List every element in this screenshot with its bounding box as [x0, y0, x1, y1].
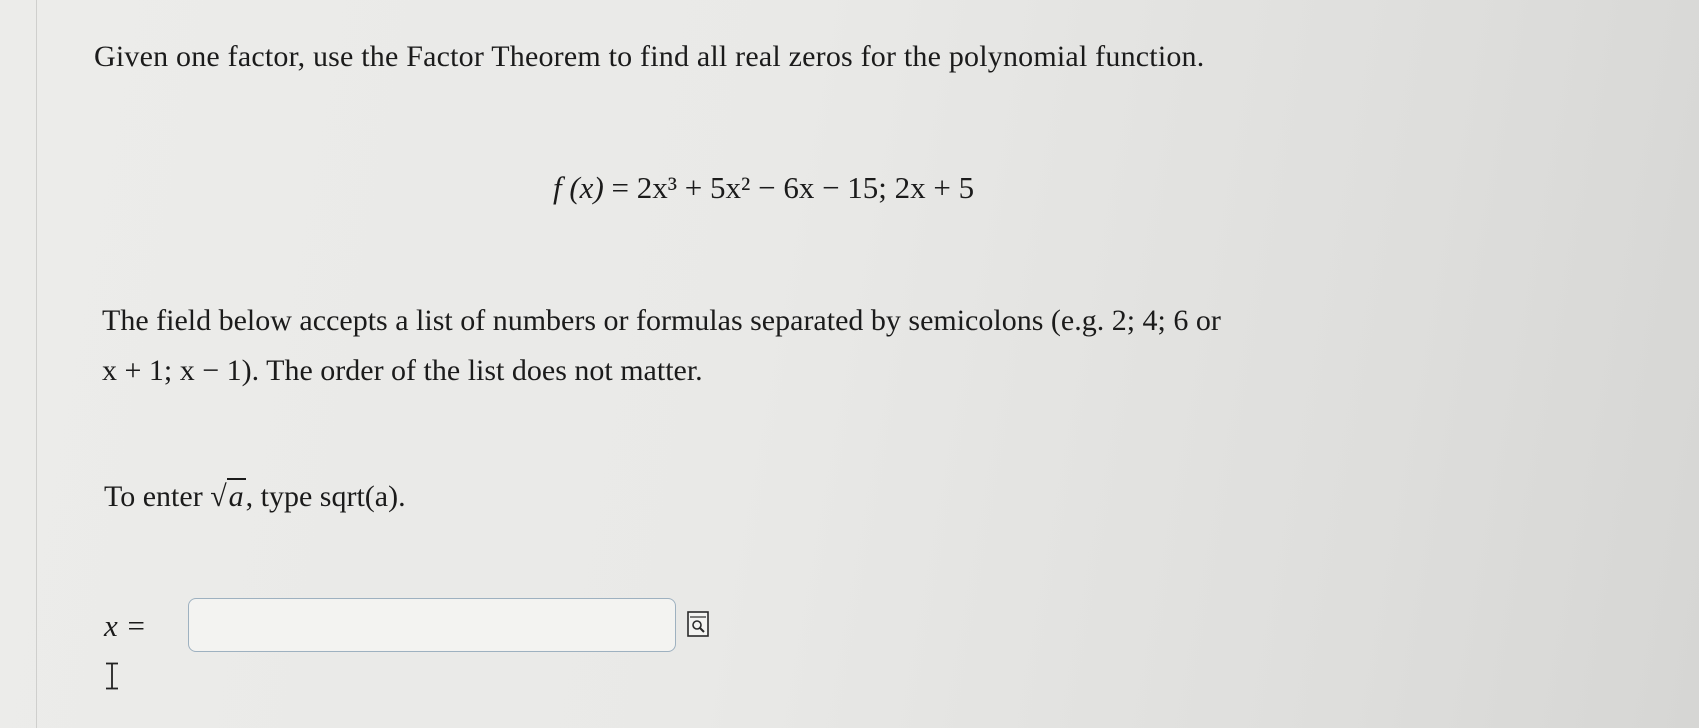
- input-format-note: The field below accepts a list of number…: [102, 296, 1547, 396]
- input-format-note-line2: x + 1; x − 1). The order of the list doe…: [102, 354, 703, 387]
- preview-magnifier-icon[interactable]: [687, 611, 709, 637]
- sqrt-hint-suffix: , type sqrt(a).: [245, 480, 406, 513]
- input-format-note-line1: The field below accepts a list of number…: [102, 304, 1221, 337]
- question-page: Given one factor, use the Factor Theorem…: [0, 0, 1699, 728]
- sqrt-symbol: √: [210, 480, 227, 513]
- question-instruction: Given one factor, use the Factor Theorem…: [94, 40, 1205, 73]
- polynomial-equation: f (x) = 2x³ + 5x² − 6x − 15; 2x + 5: [553, 170, 974, 206]
- equation-expression: = 2x³ + 5x² − 6x − 15; 2x + 5: [603, 170, 975, 205]
- left-border-rule: [36, 0, 37, 728]
- answer-input[interactable]: [188, 598, 676, 652]
- equation-function-name: f (x): [553, 170, 604, 205]
- sqrt-hint: To enter √a, type sqrt(a).: [104, 478, 406, 514]
- answer-label: x =: [104, 608, 147, 643]
- text-cursor-ibeam-icon: [106, 662, 118, 690]
- sqrt-argument: a: [226, 478, 246, 513]
- sqrt-hint-prefix: To enter: [104, 480, 211, 513]
